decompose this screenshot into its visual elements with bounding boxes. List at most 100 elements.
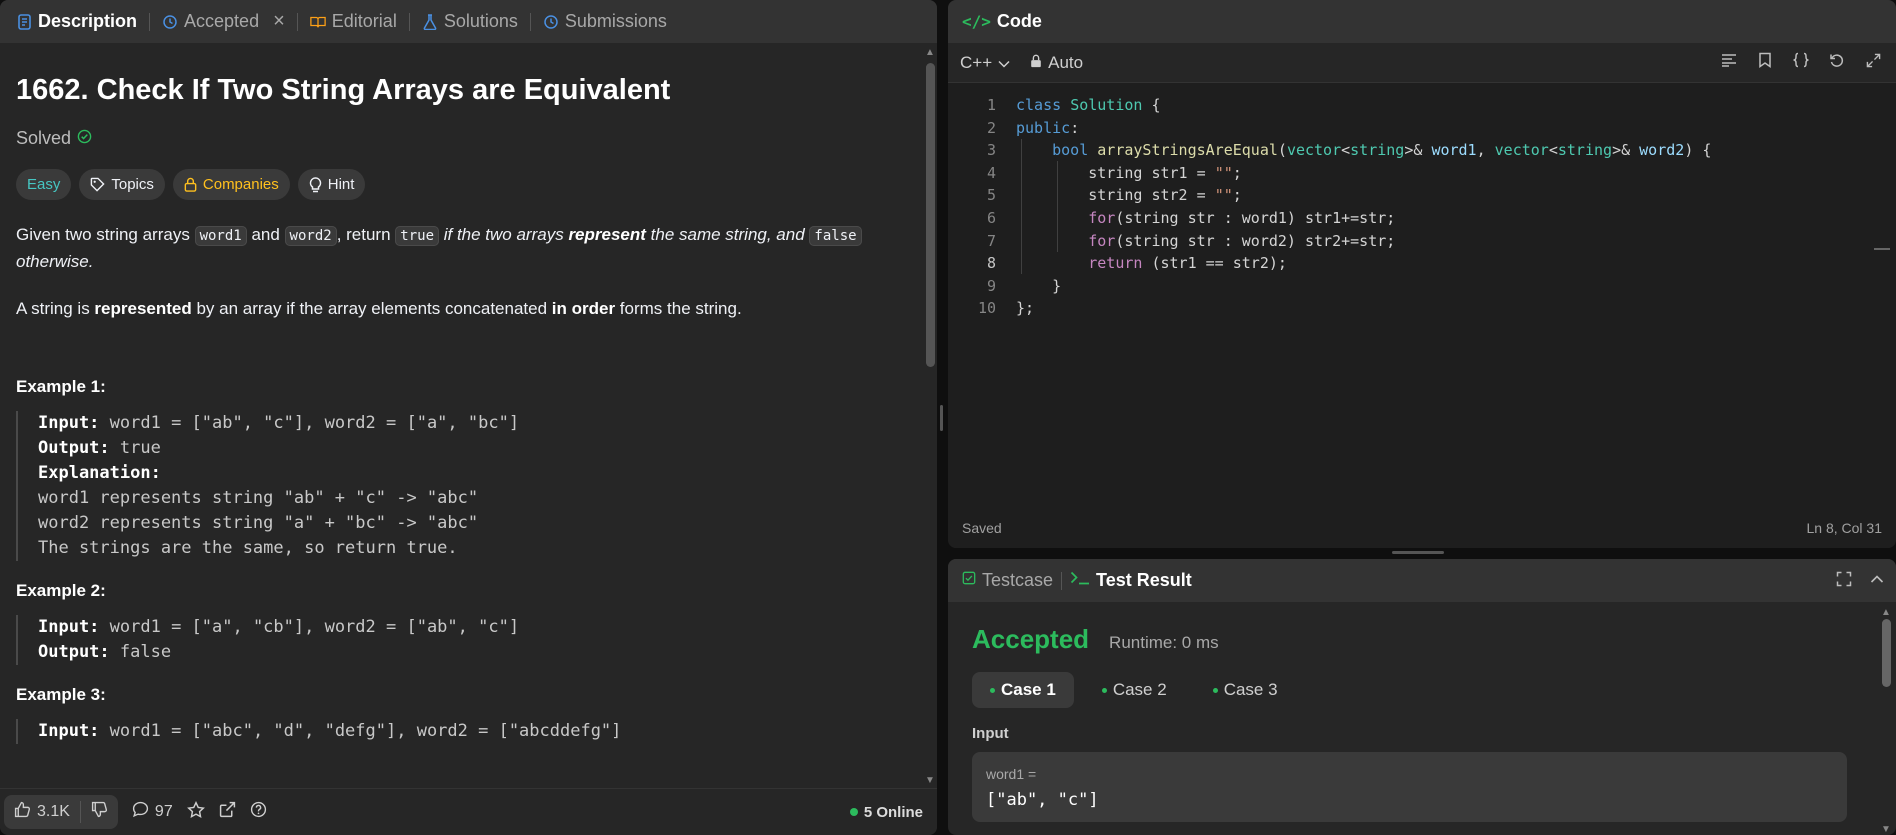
input-label: Input:: [38, 721, 100, 741]
example-heading: Example 3:: [16, 685, 106, 704]
output-label: Output:: [38, 438, 110, 458]
close-icon[interactable]: ×: [273, 10, 285, 33]
tab-separator: [149, 12, 151, 31]
code-line: 10};: [948, 297, 1896, 320]
text: represent: [568, 225, 646, 244]
scrollbar-thumb[interactable]: [1882, 619, 1891, 687]
line-number: 1: [986, 96, 996, 114]
fullscreen-icon[interactable]: [1836, 571, 1852, 592]
code-line: 6 for(string str : word1) str1+=str;: [948, 207, 1896, 230]
problem-title[interactable]: 1662. Check If Two String Arrays are Equ…: [16, 72, 906, 108]
code-tab-label[interactable]: Code: [997, 11, 1042, 32]
text: otherwise.: [16, 252, 94, 271]
code-text: bool arrayStringsAreEqual(vector<string>…: [1052, 141, 1712, 160]
tab-solutions[interactable]: Solutions: [418, 11, 522, 32]
language-select[interactable]: C++: [960, 53, 1010, 73]
input-heading: Input: [972, 725, 1009, 742]
tab-editorial[interactable]: Editorial: [306, 11, 401, 32]
vertical-splitter[interactable]: [940, 405, 943, 431]
question-circle-icon: [250, 801, 267, 823]
output-value: true: [109, 438, 161, 458]
tab-accepted[interactable]: Accepted ×: [158, 10, 289, 33]
description-scrollbar[interactable]: ▲ ▼: [923, 43, 937, 788]
topics-label: Topics: [111, 176, 154, 193]
text: Given two string arrays: [16, 225, 195, 244]
output-label: Output:: [38, 642, 110, 662]
tab-test-result[interactable]: Test Result: [1070, 570, 1192, 591]
comments-button[interactable]: 97: [132, 801, 173, 823]
case-tabs: Case 1 Case 2 Case 3: [972, 672, 1872, 708]
case-label: Case 1: [1001, 680, 1056, 699]
scroll-down-icon[interactable]: ▼: [925, 775, 935, 786]
example-block: Input: word1 = ["abc", "d", "defg"], wor…: [16, 719, 906, 744]
scroll-up-icon[interactable]: ▲: [1881, 607, 1891, 618]
tab-submissions[interactable]: Submissions: [539, 11, 671, 32]
pass-dot-icon: [1101, 687, 1107, 693]
history-icon: [162, 14, 178, 30]
pass-dot-icon: [1212, 687, 1218, 693]
bookmark-icon[interactable]: [1756, 51, 1774, 69]
code-editor[interactable]: 1 class Solution { 2 public: 3 bool arrayS…: [948, 94, 1896, 504]
format-lines-icon[interactable]: [1720, 51, 1738, 69]
input-box: word1 = ["ab", "c"]: [972, 752, 1847, 822]
scroll-down-icon[interactable]: ▼: [1881, 824, 1891, 835]
code-line: 4 string str1 = "";: [948, 162, 1896, 185]
explanation-label: Explanation:: [38, 463, 161, 483]
case-tab-3[interactable]: Case 3: [1195, 672, 1296, 708]
inline-code: false: [809, 226, 862, 246]
pass-dot-icon: [990, 687, 995, 693]
expand-icon[interactable]: [1864, 51, 1882, 69]
difficulty-badge: Easy: [16, 169, 72, 200]
tab-testcase[interactable]: Testcase: [962, 570, 1053, 591]
explanation-line: word1 represents string "ab" + "c" -> "a…: [38, 488, 479, 508]
reset-icon[interactable]: [1828, 51, 1846, 69]
solved-status: Solved: [16, 128, 906, 149]
chevron-down-icon: [998, 53, 1010, 73]
code-line: 3 bool arrayStringsAreEqual(vector<strin…: [948, 139, 1896, 162]
code-text: public:: [1016, 118, 1080, 137]
output-value: false: [109, 642, 172, 662]
save-status: Saved: [962, 520, 1002, 536]
line-number: 8: [986, 254, 996, 273]
code-line: 9 }: [948, 275, 1896, 298]
tab-description[interactable]: Description: [12, 11, 141, 32]
autocomplete-toggle[interactable]: Auto: [1030, 53, 1083, 73]
text: , return: [336, 225, 396, 244]
case-tab-2[interactable]: Case 2: [1084, 672, 1185, 708]
dislike-button[interactable]: [81, 795, 118, 829]
result-scrollbar[interactable]: ▲ ▼: [1880, 607, 1892, 835]
companies-chip[interactable]: Companies: [172, 169, 290, 200]
braces-icon[interactable]: [1792, 51, 1810, 69]
verdict-row: Accepted Runtime: 0 ms: [972, 624, 1872, 655]
share-button[interactable]: [219, 801, 236, 823]
example-2: Example 2: Input: word1 = ["a", "cb"], w…: [16, 581, 906, 665]
chevron-up-icon[interactable]: [1870, 571, 1884, 592]
code-icon: </>: [962, 12, 991, 31]
tab-separator: [296, 12, 298, 31]
case-tab-1[interactable]: Case 1: [972, 672, 1074, 708]
scroll-up-icon[interactable]: ▲: [925, 47, 935, 58]
line-number: 7: [986, 231, 996, 250]
like-button[interactable]: 3.1K: [4, 795, 80, 829]
help-button[interactable]: [250, 801, 267, 823]
code-text: string str2 = "";: [1016, 186, 1242, 205]
scrollbar-thumb[interactable]: [926, 63, 935, 367]
hint-chip[interactable]: Hint: [297, 169, 366, 200]
line-number: 5: [986, 186, 996, 205]
line-number: 9: [986, 276, 996, 295]
comment-count: 97: [154, 803, 173, 820]
topics-chip[interactable]: Topics: [79, 169, 165, 200]
variable-value[interactable]: ["ab", "c"]: [986, 790, 1833, 810]
code-text: class Solution {: [1016, 96, 1161, 114]
example-3: Example 3: Input: word1 = ["abc", "d", "…: [16, 685, 906, 744]
history-icon: [543, 14, 559, 30]
example-block: Input: word1 = ["ab", "c"], word2 = ["a"…: [16, 411, 906, 561]
code-text: for(string str : word2) str2+=str;: [1088, 231, 1396, 250]
difficulty-label: Easy: [27, 176, 61, 193]
online-indicator: 5 Online: [849, 804, 923, 821]
favorite-button[interactable]: [186, 800, 205, 824]
example-heading: Example 1:: [16, 377, 106, 396]
code-line: 7 for(string str : word2) str2+=str;: [948, 230, 1896, 253]
tab-description-label: Description: [38, 11, 138, 31]
horizontal-splitter[interactable]: [1392, 551, 1444, 554]
